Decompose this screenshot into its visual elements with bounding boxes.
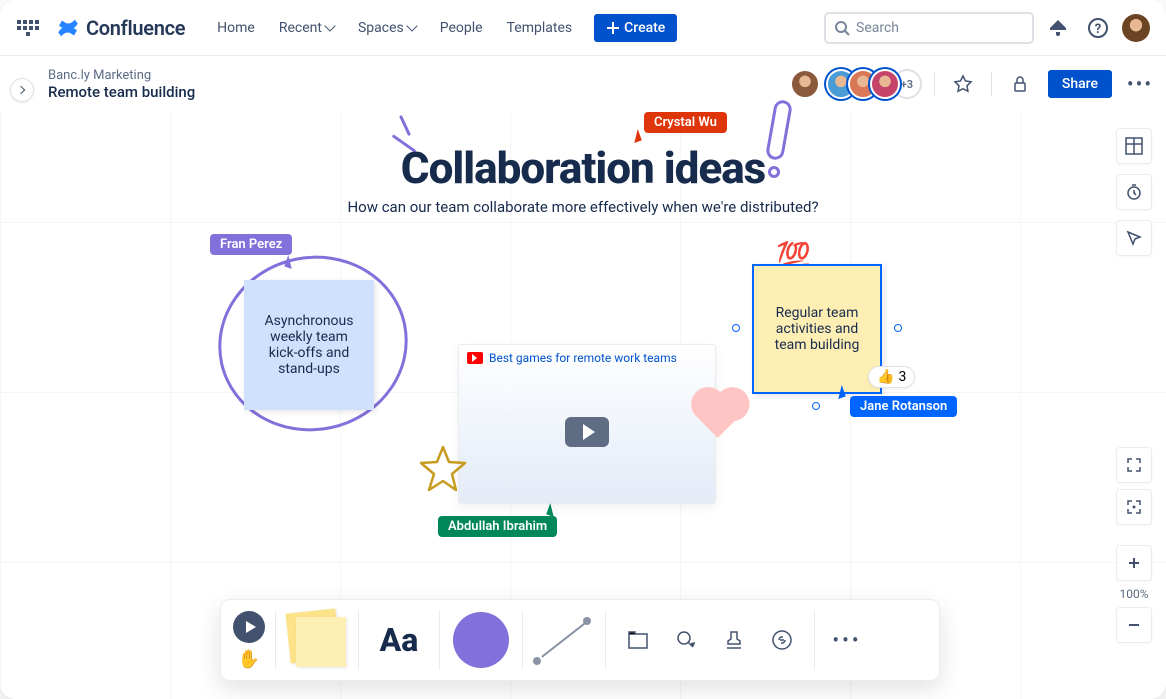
expand-sidebar-button[interactable] — [10, 78, 34, 102]
app-switcher-icon[interactable] — [16, 16, 40, 40]
hand-tool[interactable]: ✋ — [238, 649, 260, 670]
nav-templates[interactable]: Templates — [497, 14, 583, 42]
product-name: Confluence — [86, 16, 185, 40]
product-logo[interactable]: Confluence — [56, 16, 185, 40]
zoom-controls: 100% — [1116, 447, 1152, 643]
zoom-level: 100% — [1119, 587, 1148, 601]
user-cursor-label: Fran Perez — [210, 234, 292, 255]
page-header: Banc.ly Marketing Remote team building +… — [0, 56, 1166, 112]
nav-spaces-label: Spaces — [358, 20, 404, 36]
sticky-note-text: Asynchronous weekly team kick-offs and s… — [256, 313, 362, 377]
notifications-icon[interactable] — [1042, 12, 1074, 44]
link-tool[interactable] — [760, 618, 804, 662]
star-button[interactable] — [947, 68, 979, 100]
create-label: Create — [624, 20, 665, 36]
fit-button[interactable] — [1116, 489, 1152, 525]
smart-link-tool[interactable] — [664, 618, 708, 662]
nav-spaces[interactable]: Spaces — [348, 14, 426, 42]
shape-tool[interactable] — [450, 609, 512, 671]
plus-icon — [606, 21, 620, 35]
selection-handle[interactable] — [812, 402, 820, 410]
zoom-out-button[interactable] — [1116, 607, 1152, 643]
sticky-note-blue[interactable]: Asynchronous weekly team kick-offs and s… — [244, 280, 374, 410]
separator — [439, 610, 440, 670]
more-actions-button[interactable]: ••• — [1124, 68, 1156, 100]
nav-home[interactable]: Home — [207, 14, 265, 42]
canvas-heading: Collaboration ideas — [0, 142, 1166, 194]
nav-templates-label: Templates — [507, 20, 573, 36]
selection-handle[interactable] — [894, 324, 902, 332]
chevron-down-icon — [406, 20, 417, 31]
share-button[interactable]: Share — [1048, 70, 1112, 98]
create-button[interactable]: Create — [594, 14, 677, 42]
timer-button[interactable] — [1116, 174, 1152, 210]
pointer-tool[interactable] — [233, 611, 265, 643]
svg-text:?: ? — [1095, 22, 1101, 37]
page-title: Remote team building — [48, 83, 195, 101]
search-icon — [834, 20, 850, 36]
star-doodle[interactable] — [418, 444, 468, 494]
separator — [814, 610, 815, 670]
nav-people-label: People — [440, 20, 483, 36]
breadcrumb-space[interactable]: Banc.ly Marketing — [48, 68, 195, 83]
nav-home-label: Home — [217, 20, 255, 36]
right-tool-rail — [1116, 128, 1152, 256]
thumbs-up-icon: 👍 — [877, 369, 894, 385]
presence-avatars: +3 — [798, 69, 922, 99]
video-title: Best games for remote work teams — [489, 351, 677, 365]
confluence-icon — [56, 16, 80, 40]
sticky-note-text: Regular team activities and team buildin… — [766, 305, 868, 353]
search-placeholder: Search — [856, 20, 899, 36]
chevron-down-icon — [324, 20, 335, 31]
layout-button[interactable] — [1116, 128, 1152, 164]
separator — [522, 610, 523, 670]
stamp-tool[interactable] — [712, 618, 756, 662]
separator — [358, 610, 359, 670]
separator — [275, 610, 276, 670]
text-tool[interactable]: Aa — [369, 621, 429, 659]
top-navigation: Confluence Home Recent Spaces People Tem… — [0, 0, 1166, 56]
sticky-note-yellow[interactable]: Regular team activities and team buildin… — [752, 264, 882, 394]
chevron-right-icon — [17, 86, 25, 94]
help-icon[interactable]: ? — [1082, 12, 1114, 44]
profile-avatar[interactable] — [1122, 14, 1150, 42]
user-cursor-label: Crystal Wu — [644, 112, 727, 133]
nav-people[interactable]: People — [430, 14, 493, 42]
separator — [991, 72, 992, 96]
nav-recent-label: Recent — [279, 20, 322, 36]
primary-nav: Home Recent Spaces People Templates — [207, 14, 582, 42]
canvas-subtitle: How can our team collaborate more effect… — [0, 198, 1166, 216]
reaction-badge[interactable]: 👍 3 — [868, 366, 915, 388]
presence-avatar[interactable] — [790, 69, 820, 99]
restrictions-button[interactable] — [1004, 68, 1036, 100]
line-tool[interactable] — [533, 609, 595, 671]
whiteboard-toolbar: ✋ Aa ••• — [220, 599, 940, 681]
cursor-indicator — [630, 129, 642, 143]
play-button[interactable] — [565, 417, 609, 447]
canvas-heading-text: Collaboration ideas — [0, 142, 1166, 194]
reaction-count: 3 — [898, 369, 906, 385]
separator — [605, 610, 606, 670]
fullscreen-button[interactable] — [1116, 447, 1152, 483]
video-embed[interactable]: Best games for remote work teams — [458, 344, 716, 504]
selection-handle[interactable] — [732, 324, 740, 332]
cursor-mode-button[interactable] — [1116, 220, 1152, 256]
section-tool[interactable] — [616, 618, 660, 662]
user-cursor-label: Jane Rotanson — [850, 396, 957, 417]
cursor-indicator — [546, 503, 558, 517]
separator — [934, 72, 935, 96]
presence-avatar[interactable] — [870, 69, 900, 99]
sticky-note-tool[interactable] — [286, 609, 348, 671]
youtube-icon — [467, 352, 483, 364]
search-input[interactable]: Search — [824, 12, 1034, 44]
more-tools[interactable]: ••• — [825, 618, 869, 662]
user-cursor-label: Abdullah Ibrahim — [438, 516, 557, 537]
zoom-in-button[interactable] — [1116, 545, 1152, 581]
nav-recent[interactable]: Recent — [269, 14, 344, 42]
